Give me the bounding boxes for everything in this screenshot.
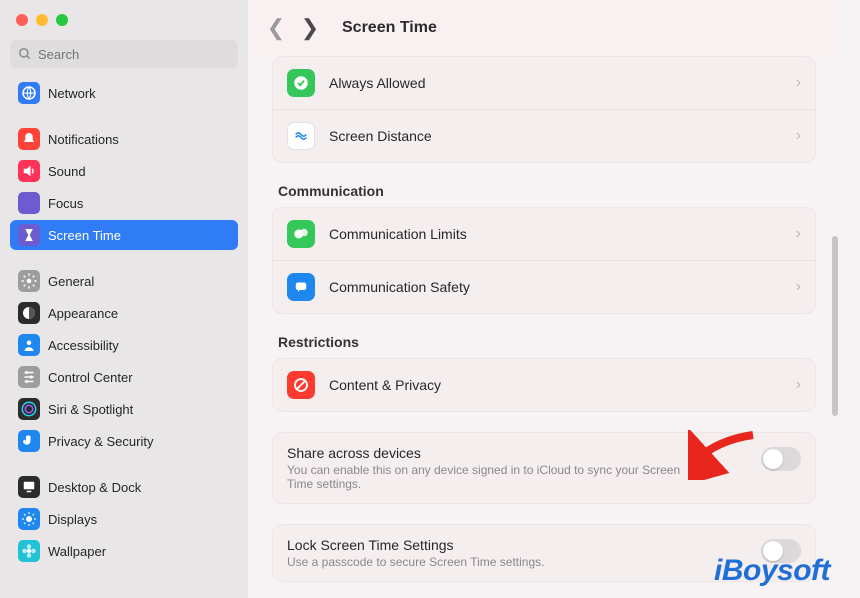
chevron-right-icon: › <box>796 127 801 145</box>
sidebar-item-network[interactable]: Network <box>10 78 238 108</box>
bubbles-icon <box>287 220 315 248</box>
row-label: Content & Privacy <box>329 377 796 393</box>
sidebar-item-label: Notifications <box>48 132 119 147</box>
sidebar-item-label: Focus <box>48 196 83 211</box>
row-content-privacy[interactable]: Content & Privacy› <box>273 359 815 411</box>
share-subtitle: You can enable this on any device signed… <box>287 463 707 491</box>
sidebar-list: Network Notifications Sound Focus Screen Tim… <box>0 78 248 598</box>
globe-icon <box>18 82 40 104</box>
sidebar-item-notifications[interactable]: Notifications <box>10 124 238 154</box>
lock-title: Lock Screen Time Settings <box>287 537 801 553</box>
window-controls <box>0 0 248 36</box>
row-communication-safety[interactable]: Communication Safety› <box>273 261 815 313</box>
back-button[interactable]: ❮ <box>264 15 288 41</box>
sidebar-item-label: Network <box>48 86 96 101</box>
section-title-communication: Communication <box>278 183 816 199</box>
search-field[interactable] <box>10 40 238 68</box>
group-top: Always Allowed›Screen Distance› <box>272 56 816 163</box>
sidebar-item-label: Siri & Spotlight <box>48 402 133 417</box>
sidebar-item-focus[interactable]: Focus <box>10 188 238 218</box>
sun-icon <box>18 508 40 530</box>
wave-icon <box>287 122 315 150</box>
close-icon[interactable] <box>16 14 28 26</box>
row-label: Communication Limits <box>329 226 796 242</box>
desktop-icon <box>18 476 40 498</box>
content-pane: ❮ ❯ Screen Time Always Allowed›Screen Di… <box>248 0 840 598</box>
sidebar-item-siri-spotlight[interactable]: Siri & Spotlight <box>10 394 238 424</box>
sidebar-item-desktop-dock[interactable]: Desktop & Dock <box>10 472 238 502</box>
sidebar-item-label: Control Center <box>48 370 133 385</box>
zoom-icon[interactable] <box>56 14 68 26</box>
moon-icon <box>18 192 40 214</box>
share-toggle[interactable] <box>761 447 801 471</box>
search-icon <box>18 47 32 61</box>
sidebar-item-label: Sound <box>48 164 86 179</box>
row-label: Communication Safety <box>329 279 796 295</box>
flower-icon <box>18 540 40 562</box>
group-communication: Communication Limits›Communication Safet… <box>272 207 816 314</box>
watermark: iBoysoft <box>714 554 830 588</box>
sidebar-item-label: Wallpaper <box>48 544 106 559</box>
lock-subtitle: Use a passcode to secure Screen Time set… <box>287 555 707 569</box>
group-share: Share across devices You can enable this… <box>272 432 816 504</box>
sidebar-item-control-center[interactable]: Control Center <box>10 362 238 392</box>
share-title: Share across devices <box>287 445 801 461</box>
speaker-icon <box>18 160 40 182</box>
check-icon <box>287 69 315 97</box>
sidebar-item-sound[interactable]: Sound <box>10 156 238 186</box>
sidebar: Network Notifications Sound Focus Screen Tim… <box>0 0 248 598</box>
hourglass-icon <box>18 224 40 246</box>
sidebar-item-general[interactable]: General <box>10 266 238 296</box>
sidebar-item-label: Displays <box>48 512 97 527</box>
sidebar-item-label: Privacy & Security <box>48 434 153 449</box>
group-restrictions: Content & Privacy› <box>272 358 816 412</box>
sidebar-item-screen-time[interactable]: Screen Time <box>10 220 238 250</box>
row-communication-limits[interactable]: Communication Limits› <box>273 208 815 261</box>
content-body: Always Allowed›Screen Distance› Communic… <box>248 56 840 598</box>
bell-icon <box>18 128 40 150</box>
sidebar-item-label: Screen Time <box>48 228 121 243</box>
sidebar-item-appearance[interactable]: Appearance <box>10 298 238 328</box>
sidebar-item-label: Accessibility <box>48 338 119 353</box>
forward-button[interactable]: ❯ <box>298 15 322 41</box>
header: ❮ ❯ Screen Time <box>248 0 840 56</box>
hand-icon <box>18 430 40 452</box>
row-screen-distance[interactable]: Screen Distance› <box>273 110 815 162</box>
sidebar-item-label: General <box>48 274 94 289</box>
search-input[interactable] <box>38 47 230 62</box>
chat-icon <box>287 273 315 301</box>
chevron-right-icon: › <box>796 225 801 243</box>
sliders-icon <box>18 366 40 388</box>
sidebar-item-wallpaper[interactable]: Wallpaper <box>10 536 238 566</box>
chevron-right-icon: › <box>796 74 801 92</box>
row-share-across-devices[interactable]: Share across devices You can enable this… <box>273 433 815 503</box>
siri-icon <box>18 398 40 420</box>
sidebar-item-privacy-security[interactable]: Privacy & Security <box>10 426 238 456</box>
row-always-allowed[interactable]: Always Allowed› <box>273 57 815 110</box>
minimize-icon[interactable] <box>36 14 48 26</box>
nosign-icon <box>287 371 315 399</box>
content-scrollbar[interactable] <box>832 236 838 416</box>
section-title-restrictions: Restrictions <box>278 334 816 350</box>
chevron-right-icon: › <box>796 278 801 296</box>
page-title: Screen Time <box>342 19 437 37</box>
sidebar-item-label: Desktop & Dock <box>48 480 141 495</box>
person-icon <box>18 334 40 356</box>
gear-icon <box>18 270 40 292</box>
row-label: Always Allowed <box>329 75 796 91</box>
sidebar-item-accessibility[interactable]: Accessibility <box>10 330 238 360</box>
sidebar-item-displays[interactable]: Displays <box>10 504 238 534</box>
sidebar-item-label: Appearance <box>48 306 118 321</box>
chevron-right-icon: › <box>796 376 801 394</box>
row-label: Screen Distance <box>329 128 796 144</box>
appearance-icon <box>18 302 40 324</box>
